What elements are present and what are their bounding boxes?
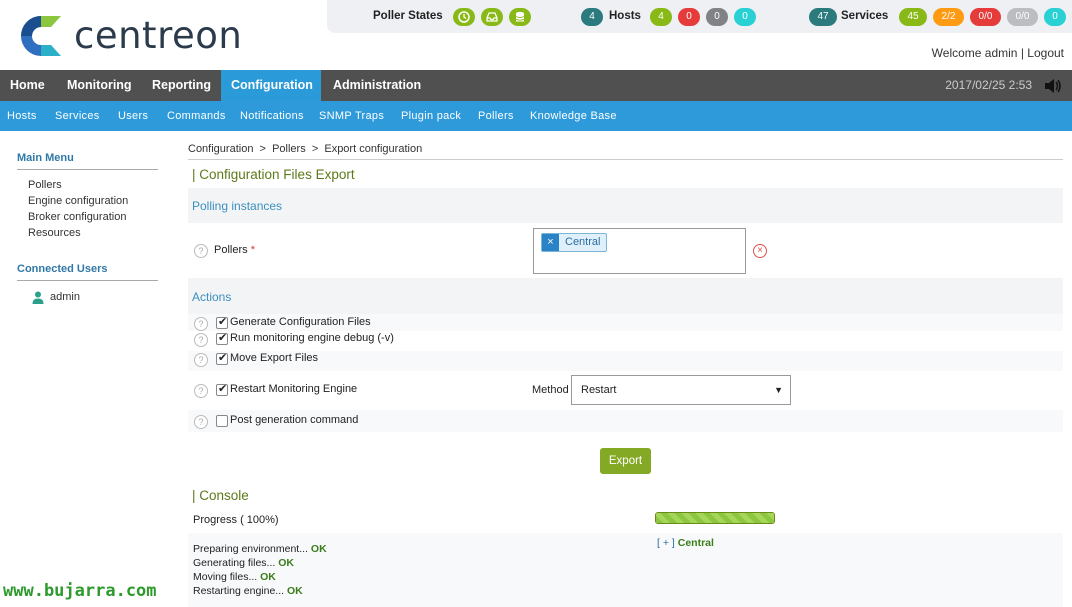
progress-label: Progress ( 100%) — [193, 514, 279, 526]
progress-fill — [656, 513, 774, 523]
hosts-label: Hosts — [609, 10, 641, 22]
polling-section-title: Polling instances — [192, 199, 283, 213]
clear-pollers-icon[interactable]: × — [753, 244, 767, 258]
method-label: Method — [532, 384, 569, 396]
nav-configuration[interactable]: Configuration — [221, 70, 321, 101]
actions-section-title: Actions — [192, 290, 232, 304]
hosts-total-badge[interactable]: 4 — [581, 8, 603, 26]
services-label: Services — [841, 10, 889, 22]
generate-files-help-icon[interactable]: ? — [194, 317, 208, 331]
subnav-notifications[interactable]: Notifications — [240, 101, 304, 131]
subnav-users[interactable]: Users — [118, 101, 148, 131]
expand-toggle[interactable]: [ + ] — [657, 537, 675, 549]
pollers-help-icon[interactable]: ? — [194, 244, 208, 258]
connected-user-name: admin — [50, 291, 80, 303]
actions-section-header: Actions — [188, 278, 1063, 314]
post-command-label: Post generation command — [230, 414, 359, 426]
poller-tag[interactable]: × Central — [541, 233, 608, 252]
post-command-help-icon[interactable]: ? — [194, 415, 208, 429]
move-files-checkbox[interactable] — [216, 351, 228, 365]
main-nav: Home Monitoring Reporting Configuration … — [0, 70, 1072, 101]
hosts-unreachable-badge[interactable]: 0 — [706, 8, 728, 26]
server-datetime: 2017/02/25 2:53 — [945, 78, 1032, 92]
log-line: Moving files... OK — [193, 571, 276, 583]
remove-tag-icon[interactable]: × — [542, 234, 559, 251]
subnav-hosts[interactable]: Hosts — [7, 101, 37, 131]
pollers-label: Pollers * — [214, 244, 255, 256]
pollers-multiselect[interactable]: × Central — [533, 228, 746, 274]
connected-user[interactable]: admin — [17, 289, 158, 305]
logout-link[interactable]: Logout — [1027, 46, 1064, 60]
main-menu-title: Main Menu — [17, 152, 158, 170]
separator: | — [1020, 46, 1024, 60]
brand-name: centreon — [74, 14, 243, 57]
restart-help-icon[interactable]: ? — [194, 384, 208, 398]
progress-bar — [655, 512, 775, 524]
console-title: | Console — [192, 488, 249, 503]
sidebar-item-resources[interactable]: Resources — [17, 225, 158, 241]
subnav-knowledge-base[interactable]: Knowledge Base — [530, 101, 617, 131]
services-total-badge[interactable]: 47 — [809, 8, 837, 26]
services-pending-badge[interactable]: 0 — [1044, 8, 1066, 26]
nav-home[interactable]: Home — [0, 70, 55, 101]
move-files-help-icon[interactable]: ? — [194, 353, 208, 367]
user-icon — [32, 291, 44, 304]
poller-tag-label: Central — [565, 236, 601, 248]
move-files-label: Move Export Files — [230, 352, 319, 364]
sub-nav: Hosts Services Users Commands Notificati… — [0, 101, 1072, 131]
services-ok-badge[interactable]: 45 — [899, 8, 927, 26]
status-bar: Poller States 4 Hosts 4 0 0 0 47 Service… — [327, 0, 1072, 33]
hosts-down-badge[interactable]: 0 — [678, 8, 700, 26]
debug-help-icon[interactable]: ? — [194, 333, 208, 347]
sidebar-item-pollers[interactable]: Pollers — [17, 177, 158, 193]
nav-monitoring[interactable]: Monitoring — [57, 70, 142, 101]
welcome-text: Welcome admin — [931, 46, 1018, 60]
subnav-plugin-pack[interactable]: Plugin pack — [401, 101, 461, 131]
watermark: www.bujarra.com — [3, 581, 157, 601]
clock-icon[interactable] — [453, 8, 475, 26]
sidebar-item-engine-configuration[interactable]: Engine configuration — [17, 193, 158, 209]
export-button[interactable]: Export — [600, 448, 651, 474]
debug-checkbox[interactable] — [216, 331, 228, 345]
hosts-up-badge[interactable]: 4 — [650, 8, 672, 26]
log-line: Restarting engine... OK — [193, 585, 303, 597]
method-select[interactable]: Restart — [571, 375, 791, 405]
generate-files-checkbox[interactable] — [216, 315, 228, 329]
restart-label: Restart Monitoring Engine — [230, 383, 358, 395]
services-critical-badge[interactable]: 0/0 — [970, 8, 1001, 26]
sidebar: Main Menu Pollers Engine configuration B… — [17, 140, 158, 305]
post-command-checkbox[interactable] — [216, 415, 228, 427]
subnav-services[interactable]: Services — [55, 101, 100, 131]
subnav-snmp-traps[interactable]: SNMP Traps — [319, 101, 384, 131]
nav-administration[interactable]: Administration — [323, 70, 431, 101]
restart-checkbox[interactable] — [216, 382, 228, 396]
connected-users-title: Connected Users — [17, 263, 158, 281]
services-warning-badge[interactable]: 2/2 — [933, 8, 964, 26]
welcome-area: Welcome admin | Logout — [932, 46, 1064, 60]
inbox-icon[interactable] — [481, 8, 503, 26]
nav-reporting[interactable]: Reporting — [142, 70, 221, 101]
poller-states-label: Poller States — [373, 10, 443, 22]
polling-section-header: Polling instances — [188, 188, 1063, 223]
console-poller-name: Central — [677, 537, 714, 549]
services-unknown-badge[interactable]: 0/0 — [1007, 8, 1038, 26]
sidebar-item-broker-configuration[interactable]: Broker configuration — [17, 209, 158, 225]
generate-files-label: Generate Configuration Files — [230, 316, 371, 328]
log-line: Generating files... OK — [193, 557, 294, 569]
debug-label: Run monitoring engine debug (-v) — [230, 332, 394, 344]
hosts-pending-badge[interactable]: 0 — [734, 8, 756, 26]
database-icon[interactable] — [509, 8, 531, 26]
page-title: | Configuration Files Export — [192, 167, 355, 182]
header: centreon Poller States 4 Hosts 4 0 0 0 4… — [0, 0, 1072, 70]
console-poller[interactable]: [ + ] Central — [657, 537, 714, 549]
subnav-commands[interactable]: Commands — [167, 101, 226, 131]
subnav-pollers[interactable]: Pollers — [478, 101, 514, 131]
centreon-logo[interactable]: centreon — [18, 14, 242, 58]
log-line: Preparing environment... OK — [193, 543, 327, 555]
sound-icon[interactable] — [1044, 78, 1062, 97]
breadcrumb: Configuration > Pollers > Export configu… — [188, 143, 423, 155]
breadcrumb-divider — [188, 159, 1063, 160]
centreon-logo-icon — [21, 16, 61, 56]
